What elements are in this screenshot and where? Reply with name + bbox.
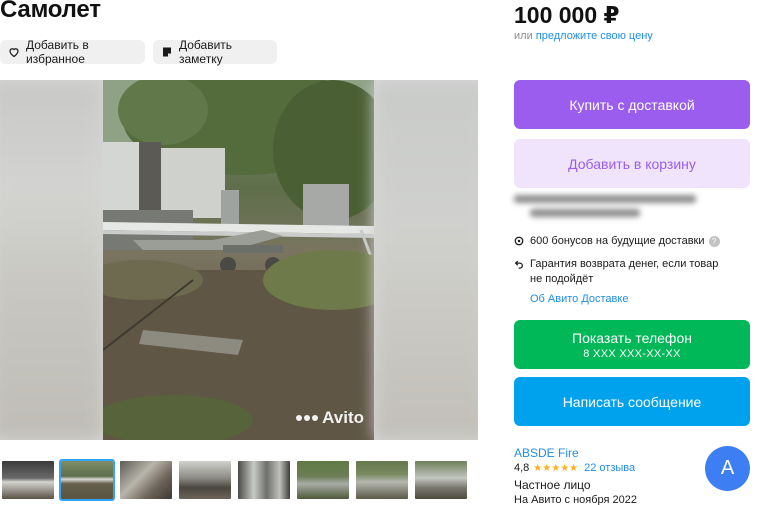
write-message-button[interactable]: Написать сообщение	[514, 377, 750, 426]
main-photo[interactable]: Avito	[103, 80, 374, 440]
add-note-label: Добавить заметку	[179, 38, 233, 66]
price-offer: или предложите свою цену	[514, 30, 653, 42]
write-message-label: Написать сообщение	[562, 393, 702, 410]
show-phone-button[interactable]: Показать телефон 8 XXX XXX-XX-XX	[514, 320, 750, 369]
photo-gallery[interactable]: Avito	[0, 80, 478, 440]
seller-name-link[interactable]: ABSDE Fire	[514, 446, 579, 460]
thumbnail-2[interactable]	[59, 459, 115, 501]
seller-avatar[interactable]: А	[705, 446, 750, 491]
seller-type: Частное лицо	[514, 478, 591, 492]
thumbnail-3[interactable]	[118, 459, 174, 501]
price-offer-prefix: или	[514, 30, 533, 42]
note-icon	[163, 47, 171, 57]
price: 100 000 ₽	[514, 2, 620, 28]
guarantee-info: Гарантия возврата денег, если товар не п…	[514, 257, 724, 287]
add-to-favorites-label: Добавить в избранное	[26, 38, 89, 66]
add-to-favorites-button[interactable]: Добавить в избранное	[0, 38, 145, 66]
add-to-cart-label: Добавить в корзину	[568, 155, 696, 172]
next-photo-preview[interactable]	[374, 80, 478, 440]
suggest-price-link[interactable]: предложите свою цену	[536, 30, 653, 42]
masked-phone-number: 8 XXX XXX-XX-XX	[583, 347, 681, 360]
watermark-text: Avito	[322, 408, 364, 427]
show-phone-label: Показать телефон	[572, 329, 692, 346]
bonuses-text: 600 бонусов на будущие доставки	[530, 235, 705, 247]
bonus-icon	[514, 236, 524, 246]
reviews-link[interactable]: 22 отзыва	[584, 462, 635, 474]
listing-page: Самолет Добавить в избранное Добавить за…	[0, 0, 760, 505]
thumbnail-5[interactable]	[236, 459, 292, 501]
thumbnail-strip	[0, 459, 469, 501]
avito-watermark: Avito	[296, 408, 364, 428]
rating-stars-icon: ★★★★★	[533, 462, 579, 474]
help-icon[interactable]: ?	[708, 235, 720, 247]
blurred-delivery-info	[514, 195, 696, 225]
avito-logo-icon	[296, 415, 319, 421]
thumbnail-7[interactable]	[354, 459, 410, 501]
bonuses-info: 600 бонусов на будущие доставки?	[514, 234, 720, 249]
previous-photo-preview[interactable]	[0, 80, 104, 440]
thumbnail-1[interactable]	[0, 459, 56, 501]
guarantee-text: Гарантия возврата денег, если товар не п…	[530, 258, 719, 285]
listing-title: Самолет	[0, 0, 101, 23]
buy-with-delivery-label: Купить с доставкой	[569, 96, 695, 113]
avatar-letter: А	[720, 457, 735, 479]
airplane-photo	[103, 80, 374, 440]
return-arrow-icon	[514, 260, 523, 269]
thumbnail-8[interactable]	[413, 459, 469, 501]
add-note-button[interactable]: Добавить заметку	[153, 38, 277, 66]
rating-value: 4,8	[514, 462, 530, 474]
thumbnail-4[interactable]	[177, 459, 233, 501]
seller-since: На Авито с ноября 2022	[514, 494, 638, 505]
add-to-cart-button[interactable]: Добавить в корзину	[514, 139, 750, 188]
buy-with-delivery-button[interactable]: Купить с доставкой	[514, 80, 750, 129]
thumbnail-6[interactable]	[295, 459, 351, 501]
about-avito-delivery-link[interactable]: Об Авито Доставке	[530, 293, 628, 305]
heart-icon	[9, 48, 19, 58]
seller-rating: 4,8 ★★★★★ 22 отзыва	[514, 462, 635, 474]
